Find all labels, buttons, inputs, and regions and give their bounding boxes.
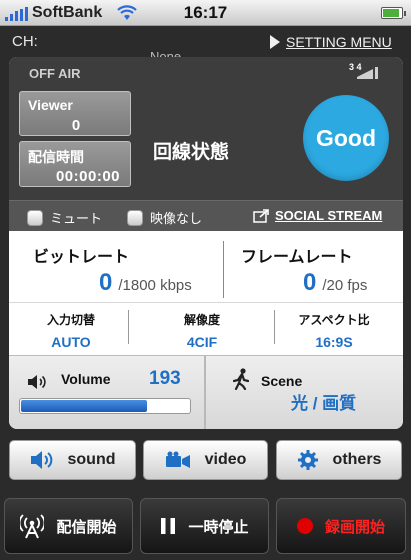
info-divider (128, 310, 129, 344)
volume-value: 193 (149, 368, 181, 389)
resolution-info: 解像度 4CIF (142, 311, 262, 350)
start-broadcast-button[interactable]: 配信開始 (4, 498, 133, 554)
no-video-checkbox-box[interactable] (127, 209, 143, 226)
line-quality-badge: Good (303, 95, 389, 181)
battery-icon (381, 7, 406, 19)
no-video-checkbox[interactable]: 映像なし (127, 208, 202, 227)
scene-value: 光 / 画質 (291, 394, 357, 413)
viewer-count: 0 (71, 117, 81, 134)
clock-time: 16:17 (183, 3, 228, 22)
duration-label: 配信時間 (28, 149, 84, 165)
social-stream-label: SOCIAL STREAM (275, 208, 383, 223)
sound-tab-label: sound (67, 451, 116, 468)
runner-icon (233, 368, 249, 390)
bitrate-value: 0 (99, 269, 113, 296)
setting-menu-label: SETTING MENU (286, 34, 392, 50)
broadcast-header: OFF AIR 3 4 Viewer 0 配信時間 00:00:00 回線状態 … (9, 57, 403, 231)
input-source-info: 入力切替 AUTO (11, 311, 131, 350)
video-camera-icon (165, 451, 190, 468)
aspect-ratio-value: 16:9S (315, 334, 353, 350)
line-state-label: 回線状態 (153, 142, 230, 163)
bitrate-limit: /1800 kbps (118, 277, 192, 294)
aspect-ratio-info: アスペクト比 16:9S (274, 311, 394, 350)
gear-icon (297, 450, 318, 470)
no-video-label: 映像なし (150, 211, 203, 226)
start-broadcast-label: 配信開始 (56, 518, 117, 536)
external-link-icon (253, 208, 269, 223)
scene-label: Scene (261, 373, 303, 389)
start-recording-button[interactable]: 録画開始 (276, 498, 406, 554)
channel-name: None (150, 49, 182, 57)
status-bar: SoftBank 16:17 (0, 0, 411, 26)
pause-label: 一時停止 (188, 518, 249, 536)
video-tab-button[interactable]: video (143, 440, 268, 480)
framerate-limit: /20 fps (322, 277, 368, 294)
duration-box: 配信時間 00:00:00 (19, 141, 131, 187)
aspect-ratio-label: アスペクト比 (298, 313, 370, 327)
network-signal-badge: 3 4 (349, 62, 362, 72)
volume-slider-fill (21, 400, 147, 412)
framerate-value: 0 (303, 269, 317, 296)
framerate-readout: 0 /20 fps (303, 269, 367, 297)
others-tab-label: others (332, 451, 382, 468)
others-tab-button[interactable]: others (276, 440, 402, 480)
resolution-label: 解像度 (183, 313, 220, 327)
broadcast-antenna-icon (20, 514, 45, 539)
input-source-label: 入力切替 (46, 313, 95, 327)
play-triangle-icon (270, 35, 280, 49)
pause-icon (161, 518, 176, 534)
bitrate-readout: 0 /1800 kbps (99, 269, 192, 297)
input-source-value: AUTO (51, 334, 91, 350)
options-bar: ミュート 映像なし SOCIAL STREAM (9, 200, 403, 231)
video-tab-label: video (204, 451, 247, 468)
viewer-box: Viewer 0 (19, 91, 131, 136)
mute-label: ミュート (50, 211, 103, 226)
volume-slider[interactable] (19, 398, 191, 414)
pause-button[interactable]: 一時停止 (140, 498, 269, 554)
start-recording-label: 録画開始 (324, 518, 385, 536)
setting-menu-link[interactable]: SETTING MENU (270, 34, 392, 50)
social-stream-link[interactable]: SOCIAL STREAM (253, 208, 382, 223)
broadcast-state: OFF AIR (29, 66, 81, 81)
rate-divider (223, 241, 224, 298)
volume-scene-area: Volume 193 Scene 光 / 画質 (9, 355, 403, 429)
speaker-icon (30, 451, 52, 469)
duration-value: 00:00:00 (55, 168, 120, 185)
speaker-icon (28, 375, 46, 389)
channel-label: CH: (12, 33, 38, 50)
mute-checkbox[interactable]: ミュート (27, 208, 102, 227)
record-dot-icon (296, 518, 313, 534)
volume-label: Volume (61, 371, 111, 387)
scene-selector[interactable]: Scene 光 / 画質 (206, 356, 403, 429)
sound-tab-button[interactable]: sound (9, 440, 136, 480)
viewer-label: Viewer (28, 97, 73, 113)
mute-checkbox-box[interactable] (27, 209, 43, 226)
bitrate-title: ビットレート (33, 249, 130, 266)
framerate-title: フレームレート (241, 249, 353, 266)
broadcast-status-panel: OFF AIR 3 4 Viewer 0 配信時間 00:00:00 回線状態 … (9, 57, 403, 429)
section-divider (9, 302, 403, 303)
resolution-value: 4CIF (186, 334, 218, 350)
